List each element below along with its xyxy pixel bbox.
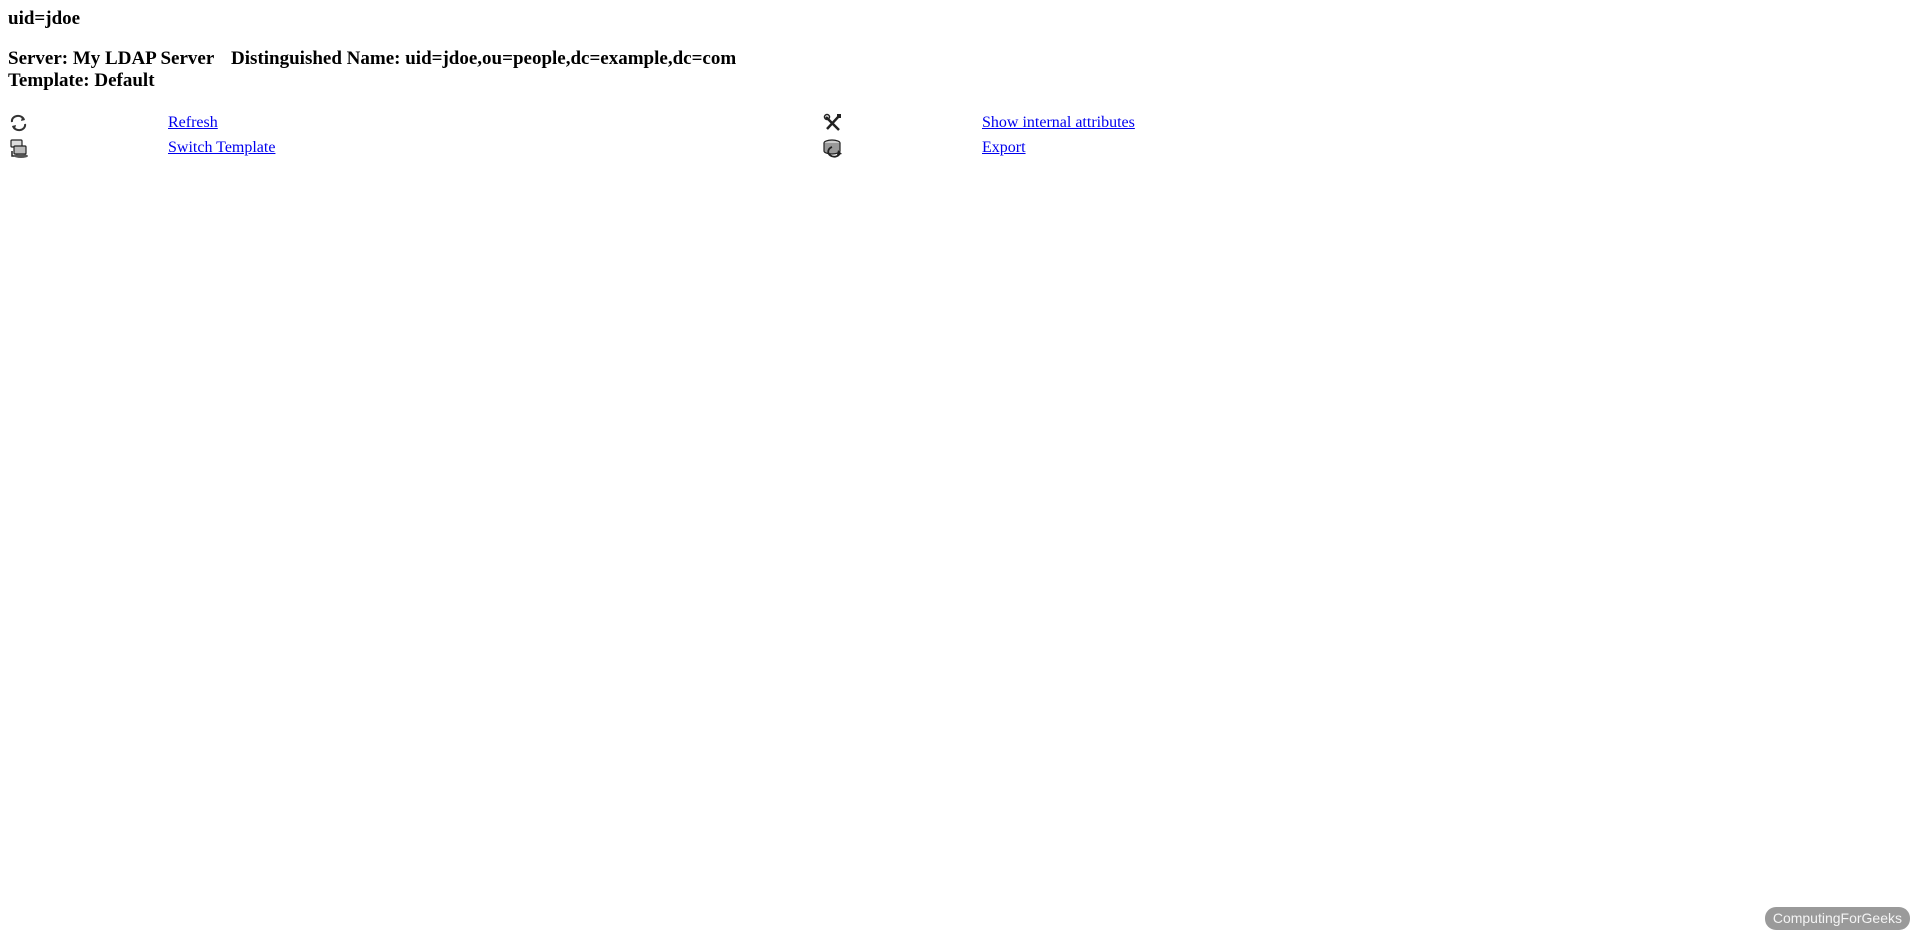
watermark-badge: ComputingForGeeks xyxy=(1764,907,1910,930)
actions-row: Refresh Show internal attributes xyxy=(8,110,1482,135)
export-link[interactable]: Export xyxy=(982,139,1026,156)
template-label: Template: Default xyxy=(8,70,155,91)
entry-subtitle: Server: My LDAP Server Distinguished Nam… xyxy=(8,48,1912,92)
refresh-icon xyxy=(8,112,30,134)
distinguished-name-label: Distinguished Name: uid=jdoe,ou=people,d… xyxy=(231,48,737,69)
show-internal-attributes-link[interactable]: Show internal attributes xyxy=(982,114,1135,131)
entry-actions-table: Refresh Show internal attributes Switch … xyxy=(8,110,1482,160)
tools-icon xyxy=(822,112,844,134)
switch-template-icon xyxy=(8,137,30,159)
entry-title: uid=jdoe xyxy=(8,8,81,29)
export-icon xyxy=(822,137,844,159)
entry-page: uid=jdoe Server: My LDAP Server Distingu… xyxy=(8,8,1912,160)
switch-template-link[interactable]: Switch Template xyxy=(168,139,275,156)
server-label: Server: My LDAP Server xyxy=(8,48,215,69)
refresh-link[interactable]: Refresh xyxy=(168,114,218,131)
actions-row: Switch Template Export xyxy=(8,135,1482,160)
